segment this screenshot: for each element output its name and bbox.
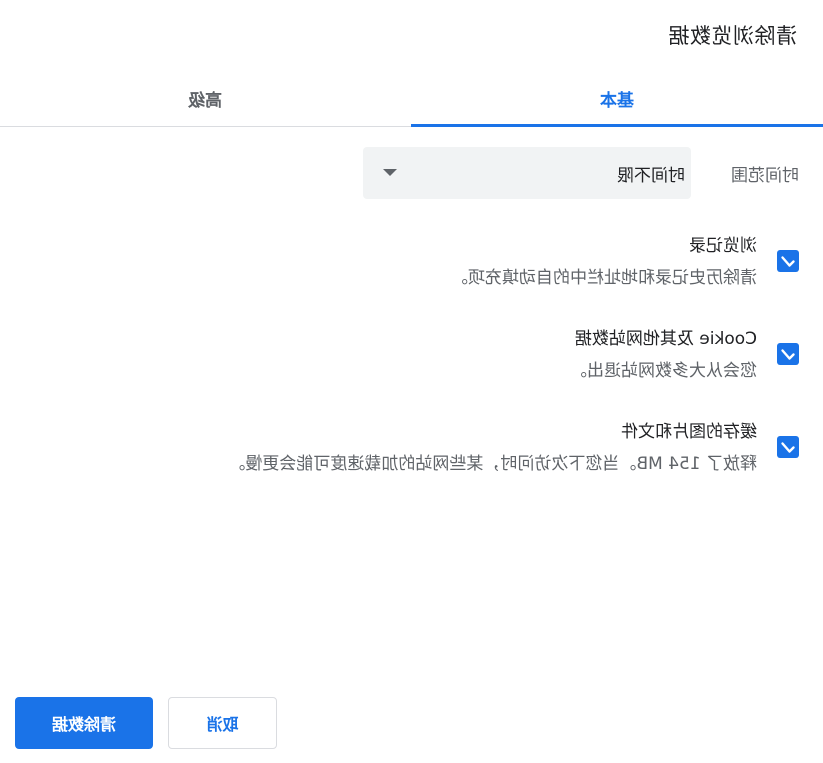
check-icon bbox=[781, 256, 795, 267]
option-title: Cookie 及其他网站数据 bbox=[574, 329, 757, 349]
time-range-select[interactable]: 时间不限 bbox=[363, 147, 691, 199]
option-cached-files: 缓存的图片和文件 释放了 154 MB。当您下次访问时，某些网站的加载速度可能会… bbox=[228, 419, 799, 477]
option-title: 浏览记录 bbox=[689, 236, 757, 256]
chevron-down-icon bbox=[383, 169, 397, 176]
option-title: 缓存的图片和文件 bbox=[621, 422, 757, 442]
time-range-label: 时间范围 bbox=[731, 165, 799, 186]
option-browsing-history: 浏览记录 清除历史记录和地址栏中的自动填充项。 bbox=[451, 233, 799, 291]
time-range-row: 时间范围 时间不限 bbox=[363, 147, 799, 199]
cookies-checkbox[interactable] bbox=[777, 343, 799, 365]
dialog-title: 清除浏览数据 bbox=[668, 24, 797, 48]
tab-advanced[interactable]: 高级 bbox=[0, 70, 411, 126]
option-description: 清除历史记录和地址栏中的自动填充项。 bbox=[451, 268, 757, 288]
option-cookies: Cookie 及其他网站数据 您会从大多数网站退出。 bbox=[570, 326, 799, 384]
browsing-history-checkbox[interactable] bbox=[777, 250, 799, 272]
check-icon bbox=[781, 349, 795, 360]
option-description: 您会从大多数网站退出。 bbox=[570, 361, 757, 381]
active-tab-indicator bbox=[411, 124, 823, 127]
time-range-value: 时间不限 bbox=[617, 165, 685, 186]
clear-browsing-data-dialog: 清除浏览数据 基本 高级 时间范围 时间不限 浏览记录 清除历史记录和地址栏中的… bbox=[0, 0, 823, 763]
check-icon bbox=[781, 442, 795, 453]
cancel-button[interactable]: 取消 bbox=[168, 697, 277, 749]
cached-files-checkbox[interactable] bbox=[777, 436, 799, 458]
tab-bar: 基本 高级 bbox=[0, 70, 823, 127]
option-description: 释放了 154 MB。当您下次访问时，某些网站的加载速度可能会更慢。 bbox=[228, 454, 757, 474]
clear-data-button[interactable]: 清除数据 bbox=[15, 697, 153, 749]
tab-basic[interactable]: 基本 bbox=[411, 70, 823, 126]
